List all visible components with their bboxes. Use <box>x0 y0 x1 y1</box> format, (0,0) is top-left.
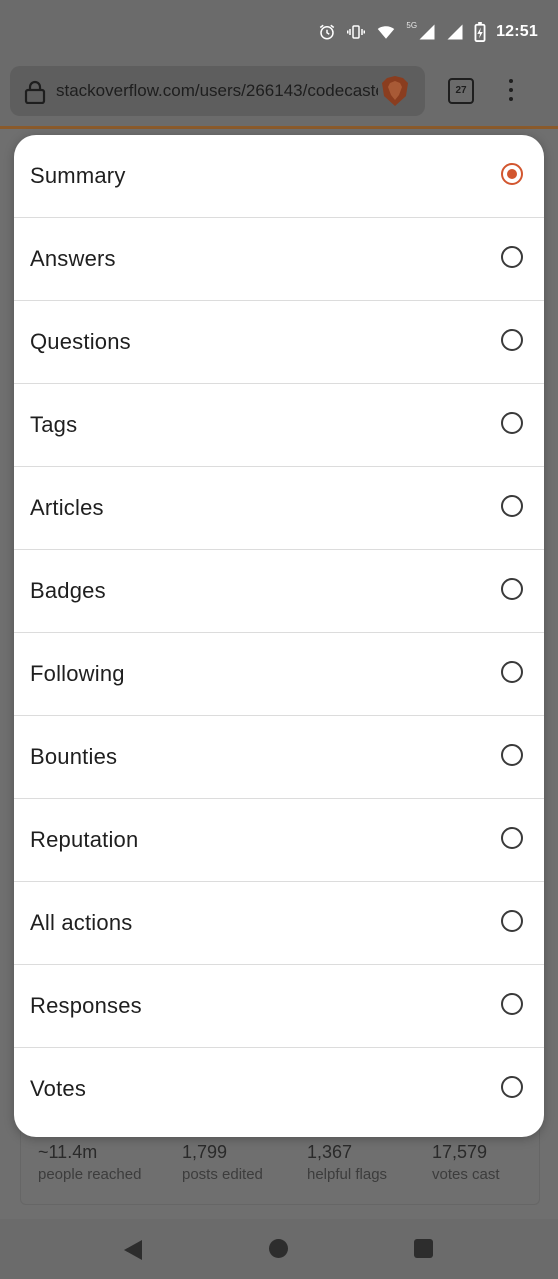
browser-toolbar: stackoverflow.com/users/266143/codecaste… <box>0 64 558 126</box>
stat-value: 17,579 <box>432 1142 488 1162</box>
option-label: Responses <box>30 993 142 1018</box>
radio-unchecked-icon[interactable] <box>501 827 523 849</box>
stat-label: people reached <box>38 1166 142 1183</box>
stat-value: ~11.4m <box>38 1142 98 1162</box>
option-articles[interactable]: Articles <box>14 467 544 550</box>
status-icons: 5G 12:51 <box>318 18 538 46</box>
option-tags[interactable]: Tags <box>14 384 544 467</box>
stat-value: 1,367 <box>307 1142 353 1162</box>
more-vert-icon[interactable] <box>504 79 518 103</box>
option-label: Answers <box>30 246 116 271</box>
battery-charging-icon <box>474 22 486 42</box>
option-label: Tags <box>30 412 78 437</box>
stat-posts-edited: 1,799 posts edited <box>182 1142 263 1183</box>
stat-helpful-flags: 1,367 helpful flags <box>307 1142 387 1183</box>
brave-shield-icon[interactable] <box>380 75 410 107</box>
option-all-actions[interactable]: All actions <box>14 882 544 965</box>
tabs-icon[interactable]: 27 <box>448 78 474 104</box>
status-bar: 5G 12:51 <box>0 0 558 64</box>
radio-unchecked-icon[interactable] <box>501 910 523 932</box>
stat-label: posts edited <box>182 1166 263 1183</box>
wifi-icon <box>378 26 395 39</box>
radio-unchecked-icon[interactable] <box>501 744 523 766</box>
option-reputation[interactable]: Reputation <box>14 799 544 882</box>
option-bounties[interactable]: Bounties <box>14 716 544 799</box>
option-badges[interactable]: Badges <box>14 550 544 633</box>
option-following[interactable]: Following <box>14 633 544 716</box>
option-label: Summary <box>30 163 126 188</box>
system-nav-bar <box>0 1219 558 1279</box>
option-questions[interactable]: Questions <box>14 301 544 384</box>
radio-unchecked-icon[interactable] <box>501 412 523 434</box>
radio-unchecked-icon[interactable] <box>501 1076 523 1098</box>
option-label: Votes <box>30 1076 87 1101</box>
radio-checked-icon[interactable] <box>501 163 523 185</box>
radio-unchecked-icon[interactable] <box>501 661 523 683</box>
stat-people-reached: ~11.4m people reached <box>38 1142 141 1183</box>
stat-votes-cast: 17,579 votes cast <box>432 1142 500 1183</box>
option-label: Bounties <box>30 744 118 769</box>
address-bar[interactable]: stackoverflow.com/users/266143/codecaste… <box>10 66 425 116</box>
option-responses[interactable]: Responses <box>14 965 544 1048</box>
signal-icon <box>447 24 463 40</box>
option-votes[interactable]: Votes <box>14 1048 544 1131</box>
radio-unchecked-icon[interactable] <box>501 246 523 268</box>
url-text[interactable]: stackoverflow.com/users/266143/codecaste… <box>56 81 378 101</box>
network-type-label: 5G <box>406 20 418 30</box>
lock-icon[interactable] <box>24 80 46 104</box>
stat-label: helpful flags <box>307 1166 388 1183</box>
back-icon[interactable] <box>122 1239 144 1261</box>
recents-icon[interactable] <box>414 1239 433 1258</box>
radio-unchecked-icon[interactable] <box>501 993 523 1015</box>
option-label: Questions <box>30 329 131 354</box>
signal-icon <box>419 24 435 40</box>
vibrate-icon <box>347 25 366 39</box>
stat-value: 1,799 <box>182 1142 228 1162</box>
option-label: All actions <box>30 910 133 935</box>
option-summary[interactable]: Summary <box>14 135 544 218</box>
radio-unchecked-icon[interactable] <box>501 495 523 517</box>
stat-label: votes cast <box>432 1166 500 1183</box>
home-icon[interactable] <box>269 1239 288 1258</box>
option-answers[interactable]: Answers <box>14 218 544 301</box>
status-clock: 12:51 <box>496 23 538 40</box>
option-label: Articles <box>30 495 104 520</box>
option-label: Badges <box>30 578 106 603</box>
alarm-icon <box>320 24 335 40</box>
profile-section-picker-dialog: Summary Answers Questions Tags Articles … <box>14 135 544 1137</box>
option-label: Following <box>30 661 125 686</box>
radio-unchecked-icon[interactable] <box>501 578 523 600</box>
radio-unchecked-icon[interactable] <box>501 329 523 351</box>
option-label: Reputation <box>30 827 139 852</box>
